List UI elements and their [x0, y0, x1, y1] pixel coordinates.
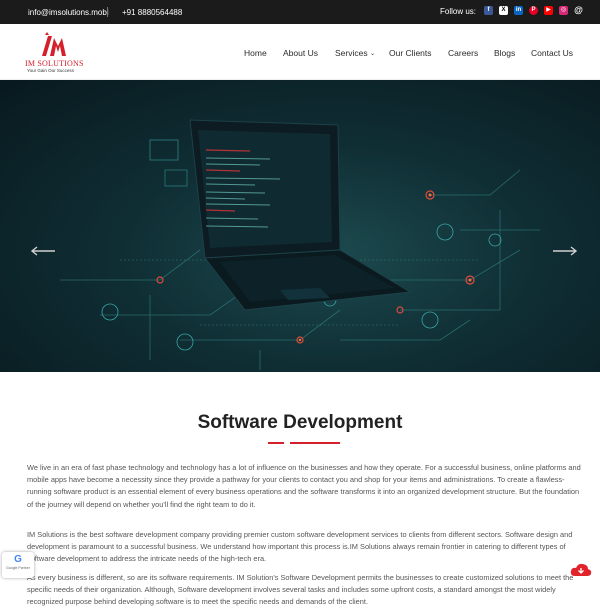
title-underline — [268, 442, 340, 444]
laptop-illustration — [60, 119, 540, 370]
google-partner-badge[interactable]: G Google Partner — [2, 552, 34, 578]
pinterest-icon[interactable]: P — [529, 6, 538, 15]
google-icon: G — [14, 554, 22, 565]
nav-about[interactable]: About Us — [283, 48, 318, 58]
intro-paragraph: We live in an era of fast phase technolo… — [27, 463, 581, 509]
threads-icon[interactable]: @ — [574, 6, 583, 15]
hero-slider — [0, 80, 600, 372]
requirements-paragraph: As every business is different, so are i… — [27, 573, 574, 607]
linkedin-icon[interactable]: in — [514, 6, 523, 15]
divider — [107, 7, 108, 17]
site-header: IM SOLUTIONS Your Gain Our Success Home … — [0, 24, 600, 80]
nav-careers[interactable]: Careers — [448, 48, 478, 58]
youtube-icon[interactable]: ▶ — [544, 6, 553, 15]
follow-label: Follow us: — [440, 7, 477, 16]
nav-clients[interactable]: Our Clients — [389, 48, 432, 58]
x-icon[interactable]: X — [499, 6, 508, 15]
brand-tagline: Your Gain Our Success — [27, 68, 74, 73]
nav-home[interactable]: Home — [244, 48, 267, 58]
top-bar: info@imsolutions.mobi +91 8880564488 Fol… — [0, 0, 600, 24]
facebook-icon[interactable]: f — [484, 6, 493, 15]
nav-blogs[interactable]: Blogs — [494, 48, 515, 58]
arrow-left-icon[interactable] — [30, 246, 56, 256]
company-paragraph: IM Solutions is the best software develo… — [27, 530, 573, 564]
logo-icon[interactable] — [38, 32, 70, 58]
page-title: Software Development — [197, 412, 403, 433]
nav-services[interactable]: Services — [335, 48, 368, 58]
cloud-chat-icon[interactable] — [570, 562, 592, 578]
badge-label: Google Partner — [6, 566, 30, 570]
arrow-right-icon[interactable] — [552, 246, 578, 256]
email-link[interactable]: info@imsolutions.mobi — [28, 8, 109, 17]
instagram-icon[interactable]: ◎ — [559, 6, 568, 15]
nav-contact[interactable]: Contact Us — [531, 48, 573, 58]
brand-name[interactable]: IM SOLUTIONS — [25, 59, 84, 68]
phone-link[interactable]: +91 8880564488 — [122, 8, 182, 17]
chevron-down-icon[interactable]: ⌄ — [370, 50, 375, 57]
